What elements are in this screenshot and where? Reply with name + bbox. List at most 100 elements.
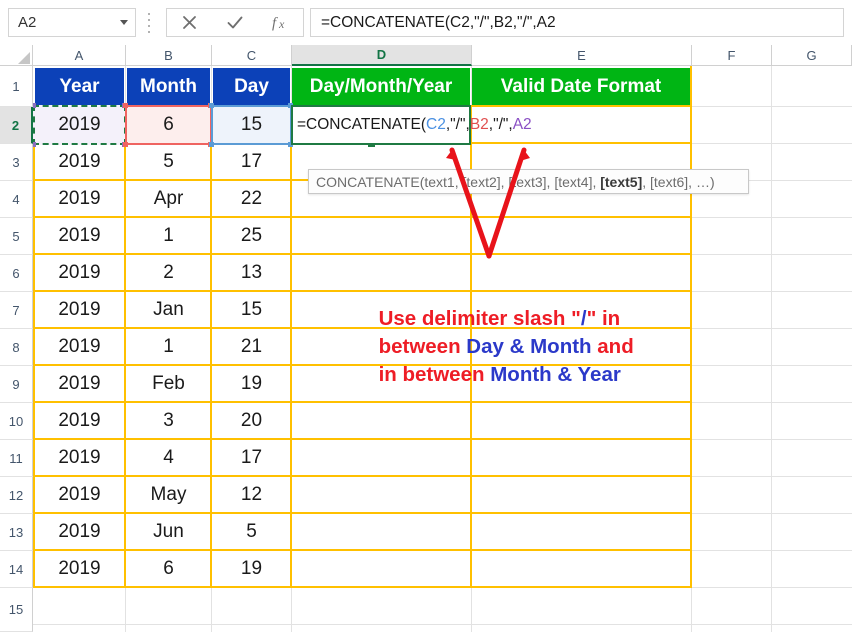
editor-ref-a2: A2: [512, 116, 532, 133]
column-header-g[interactable]: G: [772, 45, 852, 66]
cell-b7[interactable]: Jan: [127, 292, 210, 328]
row-header-4[interactable]: 4: [0, 181, 33, 218]
cell-d5[interactable]: [292, 218, 470, 254]
table-header-valid: Valid Date Format: [472, 68, 690, 105]
row-header-10[interactable]: 10: [0, 403, 33, 440]
cell-c5[interactable]: 25: [213, 218, 290, 254]
cell-e12[interactable]: [472, 477, 690, 513]
row-header-5[interactable]: 5: [0, 218, 33, 255]
enter-check-icon[interactable]: [212, 9, 257, 36]
editor-ref-c2: C2: [426, 116, 446, 133]
table-header-day: Day: [213, 68, 290, 105]
cell-a11[interactable]: 2019: [35, 440, 124, 476]
vertical-dots-icon[interactable]: [147, 13, 151, 33]
cell-c11[interactable]: 17: [213, 440, 290, 476]
row-header-2[interactable]: 2: [0, 107, 33, 144]
svg-text:x: x: [278, 17, 285, 31]
row-header-15[interactable]: 15: [0, 588, 33, 632]
fx-insert-function-icon[interactable]: f x: [258, 9, 303, 36]
cell-a8[interactable]: 2019: [35, 329, 124, 365]
cell-a5[interactable]: 2019: [35, 218, 124, 254]
cell-c8[interactable]: 21: [213, 329, 290, 365]
formula-action-buttons: f x: [166, 8, 304, 37]
cell-a7[interactable]: 2019: [35, 292, 124, 328]
row-header-3[interactable]: 3: [0, 144, 33, 181]
table-border-h-10: [33, 438, 691, 440]
row-header-13[interactable]: 13: [0, 514, 33, 551]
chevron-down-icon[interactable]: [113, 9, 135, 36]
cell-a6[interactable]: 2019: [35, 255, 124, 291]
cell-b9[interactable]: Feb: [127, 366, 210, 402]
column-header-e[interactable]: E: [472, 45, 692, 66]
cell-b14[interactable]: 6: [127, 551, 210, 587]
cell-b6[interactable]: 2: [127, 255, 210, 291]
column-header-b[interactable]: B: [126, 45, 212, 66]
formula-input[interactable]: =CONCATENATE(C2,"/",B2,"/",A2: [310, 8, 844, 37]
cell-c7[interactable]: 15: [213, 292, 290, 328]
cell-c4[interactable]: 22: [213, 181, 290, 217]
cell-c10[interactable]: 20: [213, 403, 290, 439]
table-border-v-cd: [290, 105, 292, 588]
cell-c12[interactable]: 12: [213, 477, 290, 513]
tooltip-active-arg: [text5]: [600, 173, 643, 190]
row-header-1[interactable]: 1: [0, 66, 33, 107]
cell-d11[interactable]: [292, 440, 470, 476]
row-header-6[interactable]: 6: [0, 255, 33, 292]
cell-b13[interactable]: Jun: [127, 514, 210, 550]
annotation-line3-blue: Month & Year: [490, 363, 621, 386]
column-header-c[interactable]: C: [212, 45, 292, 66]
cell-a14[interactable]: 2019: [35, 551, 124, 587]
cell-a9[interactable]: 2019: [35, 366, 124, 402]
select-all-corner[interactable]: [0, 45, 33, 66]
row-header-8[interactable]: 8: [0, 329, 33, 366]
cell-a10[interactable]: 2019: [35, 403, 124, 439]
table-border-h-4: [33, 216, 691, 218]
name-box[interactable]: A2: [8, 8, 136, 37]
table-header-year: Year: [35, 68, 124, 105]
cell-editor-text[interactable]: =CONCATENATE(C2 ,"/", B2 ,"/", A2: [294, 108, 544, 142]
cell-b11[interactable]: 4: [127, 440, 210, 476]
cell-b8[interactable]: 1: [127, 329, 210, 365]
editor-fn-text: =CONCATENATE(: [297, 116, 427, 133]
cell-b5[interactable]: 1: [127, 218, 210, 254]
row-header-strip: 1 2 3 4 5 6 7 8 9 10 11 12 13 14 15: [0, 66, 33, 632]
cell-c3[interactable]: 17: [213, 144, 290, 180]
row-header-11[interactable]: 11: [0, 440, 33, 477]
cell-d13[interactable]: [292, 514, 470, 550]
cell-b3[interactable]: 5: [127, 144, 210, 180]
cell-a4[interactable]: 2019: [35, 181, 124, 217]
cell-e11[interactable]: [472, 440, 690, 476]
cell-canvas: Year Month Day Day/Month/Year Valid Date…: [33, 66, 852, 632]
table-header-month: Month: [127, 68, 210, 105]
editor-sep-1: ,"/",: [445, 116, 470, 133]
cell-e13[interactable]: [472, 514, 690, 550]
cell-b12[interactable]: May: [127, 477, 210, 513]
cell-c9[interactable]: 19: [213, 366, 290, 402]
spreadsheet-grid: A B C D E F G 1 2 3 4 5 6 7 8 9 10 11 12…: [0, 45, 852, 632]
cell-c6[interactable]: 13: [213, 255, 290, 291]
cell-a3[interactable]: 2019: [35, 144, 124, 180]
table-border-h-bottom: [33, 586, 691, 588]
cell-c13[interactable]: 5: [213, 514, 290, 550]
row-header-12[interactable]: 12: [0, 477, 33, 514]
cell-b4[interactable]: Apr: [127, 181, 210, 217]
active-cell-fill-handle[interactable]: [368, 143, 375, 147]
row-header-9[interactable]: 9: [0, 366, 33, 403]
cell-c14[interactable]: 19: [213, 551, 290, 587]
column-header-f[interactable]: F: [692, 45, 772, 66]
table-border-h-11: [33, 475, 691, 477]
row-header-7[interactable]: 7: [0, 292, 33, 329]
cell-e5[interactable]: [472, 218, 690, 254]
cell-b10[interactable]: 3: [127, 403, 210, 439]
cell-e14[interactable]: [472, 551, 690, 587]
cell-d14[interactable]: [292, 551, 470, 587]
cell-c2-value: 15: [240, 114, 263, 135]
cancel-x-icon[interactable]: [167, 9, 212, 36]
column-header-d[interactable]: D: [292, 45, 472, 66]
cell-d12[interactable]: [292, 477, 470, 513]
column-header-a[interactable]: A: [33, 45, 126, 66]
cell-a13[interactable]: 2019: [35, 514, 124, 550]
cell-b2-value: 6: [163, 114, 174, 135]
cell-a12[interactable]: 2019: [35, 477, 124, 513]
row-header-14[interactable]: 14: [0, 551, 33, 588]
